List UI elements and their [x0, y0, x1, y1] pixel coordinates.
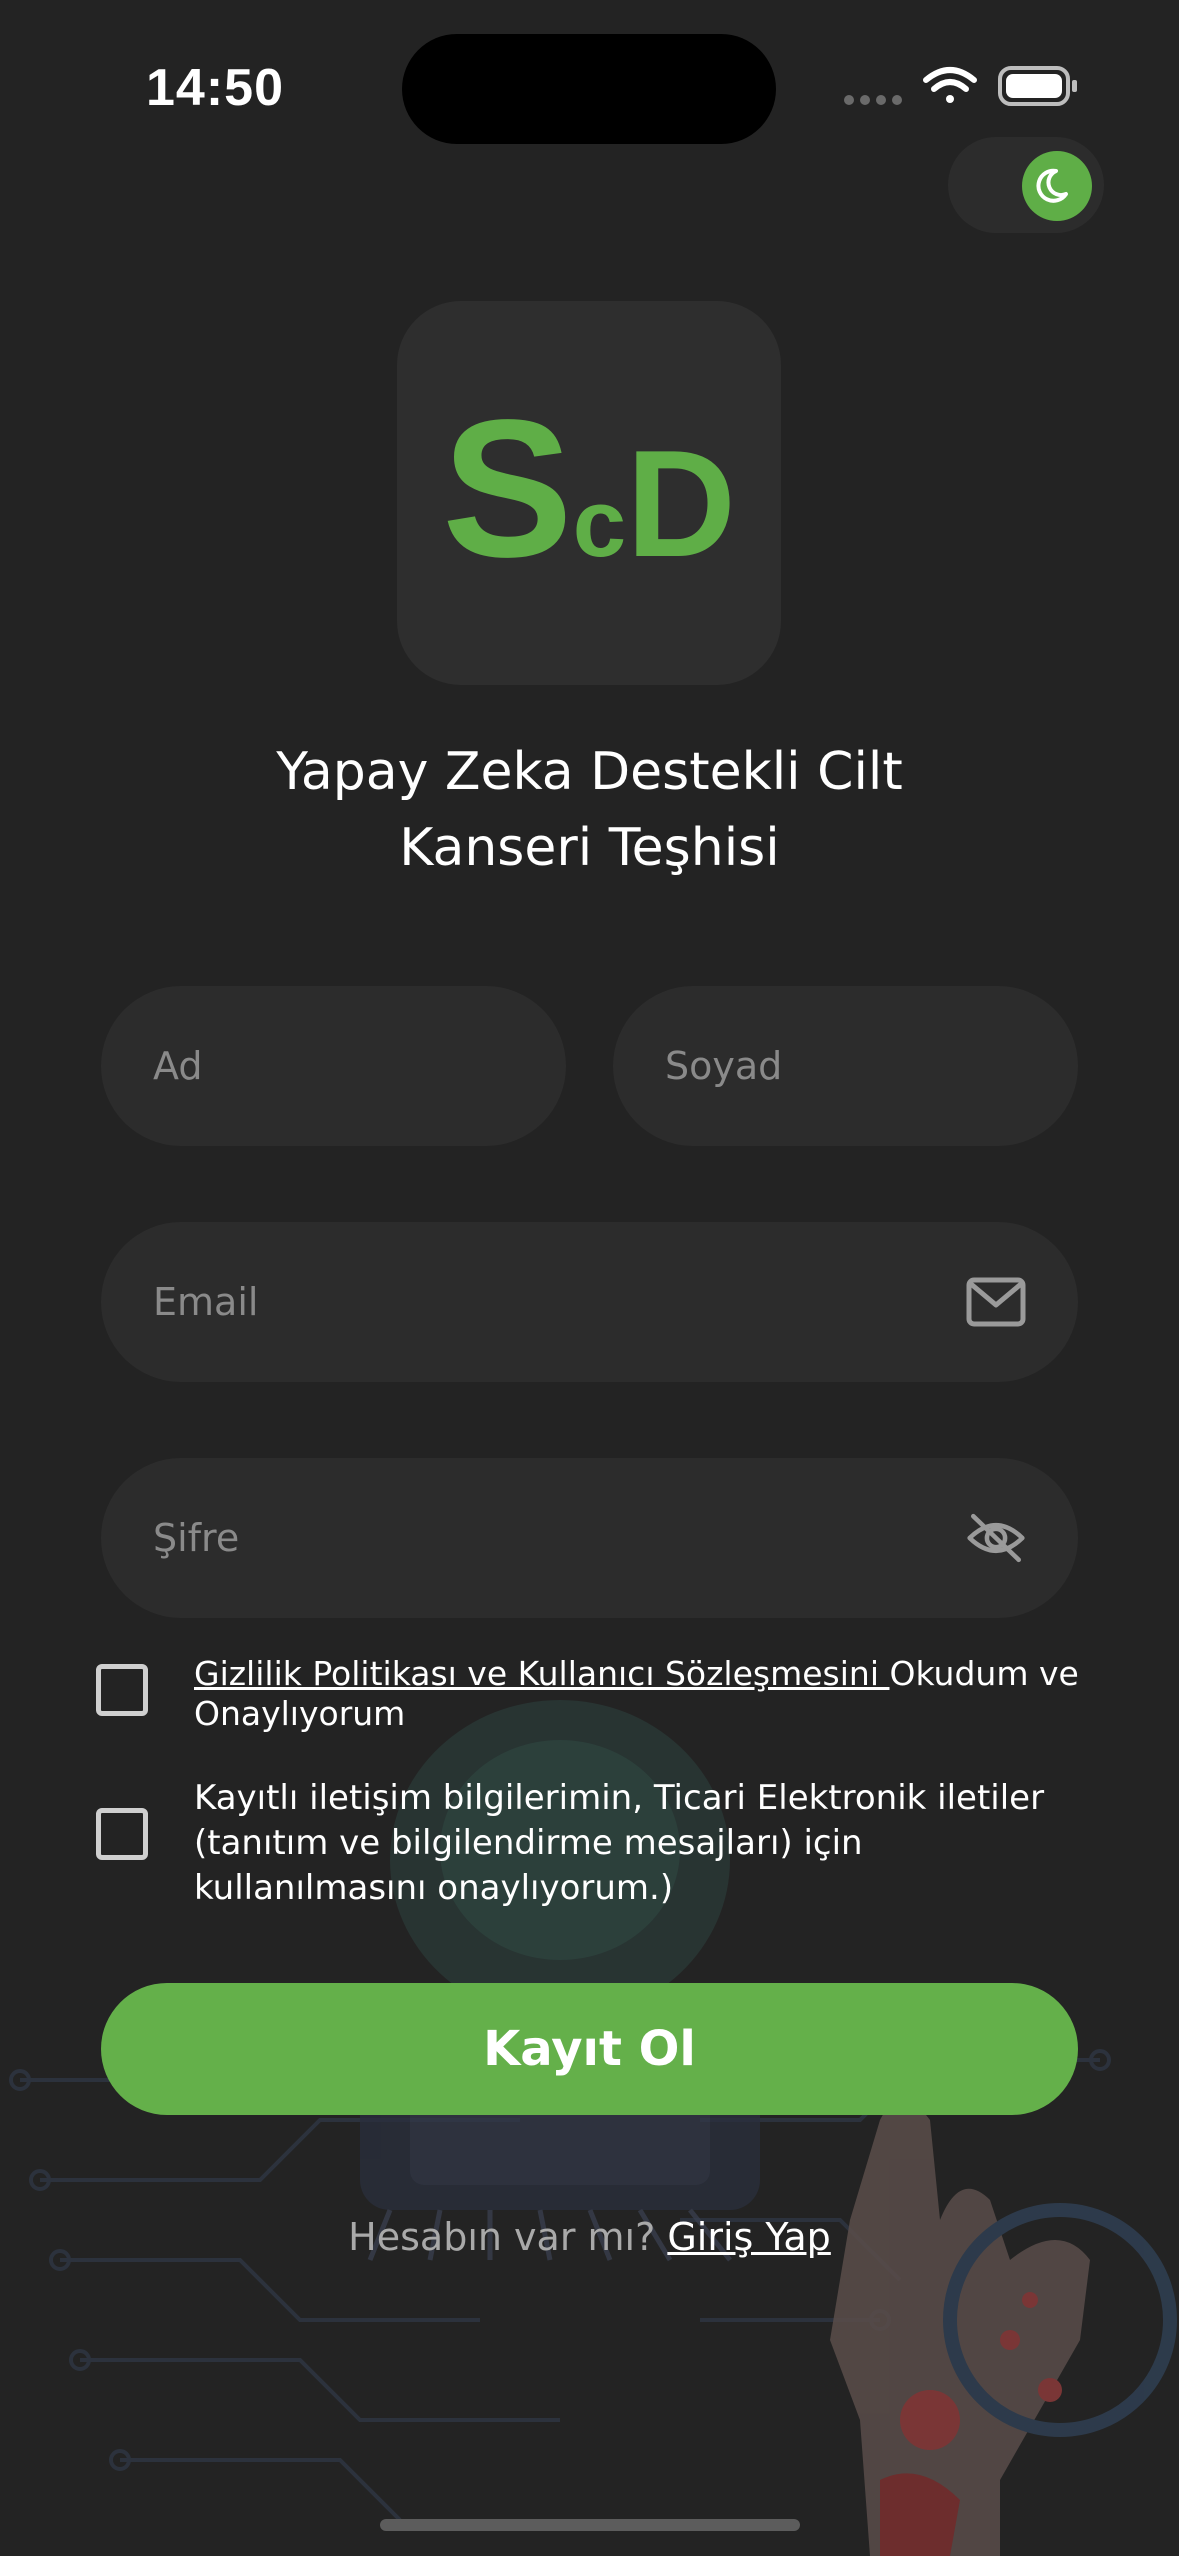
mail-icon: [966, 1272, 1026, 1332]
marketing-consent-checkbox[interactable]: [96, 1808, 148, 1860]
status-time: 14:50: [146, 59, 284, 117]
battery-icon: [998, 66, 1077, 106]
register-button[interactable]: Kayıt Ol: [101, 1983, 1078, 2115]
eye-off-icon[interactable]: [966, 1508, 1026, 1568]
email-field[interactable]: [101, 1222, 1078, 1382]
theme-toggle-knob[interactable]: [1022, 151, 1092, 221]
first-name-input[interactable]: [153, 1044, 626, 1088]
status-icons: [844, 66, 1077, 106]
logo-letter-c: c: [572, 470, 627, 577]
last-name-field[interactable]: [613, 986, 1138, 1146]
login-link[interactable]: Giriş Yap: [667, 2215, 830, 2259]
password-input[interactable]: [153, 1516, 966, 1560]
page-title-line-1: Yapay Zeka Destekli Cilt: [276, 742, 903, 802]
email-input[interactable]: [153, 1280, 966, 1324]
privacy-policy-link[interactable]: Gizlilik Politikası ve Kullanıcı Sözleşm…: [194, 1654, 889, 1693]
home-indicator: [380, 2519, 800, 2531]
password-field[interactable]: [101, 1458, 1078, 1618]
privacy-consent-text: Gizlilik Politikası ve Kullanıcı Sözleşm…: [194, 1654, 1094, 1734]
moon-icon: [1036, 168, 1068, 203]
marketing-consent-text: Kayıtlı iletişim bilgilerimin, Ticari El…: [194, 1778, 1045, 1908]
page-title: Yapay Zeka Destekli Cilt Kanseri Teşhisi: [140, 734, 1039, 886]
logo-letter-s: S: [442, 379, 573, 598]
logo-text: S c D: [397, 301, 781, 685]
login-prompt: Hesabın var mı? Giriş Yap: [0, 2215, 1179, 2259]
theme-toggle[interactable]: [948, 137, 1104, 233]
privacy-consent-checkbox[interactable]: [96, 1664, 148, 1716]
first-name-field[interactable]: [101, 986, 626, 1146]
page-title-line-2: Kanseri Teşhisi: [399, 818, 780, 878]
logo-letter-d: D: [626, 419, 736, 589]
privacy-consent-row[interactable]: Gizlilik Politikası ve Kullanıcı Sözleşm…: [96, 1654, 1079, 1733]
signal-icon: [844, 95, 902, 105]
app-logo: S c D: [397, 301, 781, 685]
login-prompt-text: Hesabın var mı?: [348, 2215, 668, 2259]
last-name-input[interactable]: [665, 1044, 1138, 1088]
dynamic-island: [402, 34, 776, 144]
marketing-consent-row[interactable]: Kayıtlı iletişim bilgilerimin, Ticari El…: [96, 1778, 1044, 1908]
wifi-icon: [923, 67, 977, 103]
